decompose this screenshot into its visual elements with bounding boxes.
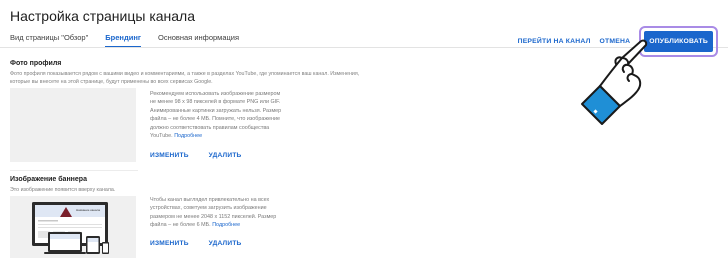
tab-bar: Вид страницы "Обзор" Брендинг Основная и… [10, 31, 256, 48]
info-line: Рекомендуем использовать изображение раз… [150, 91, 281, 97]
page-title: Настройка страницы канала [10, 8, 196, 24]
profile-photo-desc-line: которые вы внесете на этой странице, буд… [10, 79, 213, 85]
profile-photo-title: Фото профиля [10, 60, 62, 67]
info-line-text: YouTube. [150, 133, 173, 140]
info-line: файла – не более 4 МБ. Помните, что изоб… [150, 116, 280, 123]
tablet-banner [87, 238, 99, 242]
info-line: не менее 98 x 98 пикселей в формате PNG … [150, 99, 281, 106]
profile-photo-preview [10, 88, 136, 162]
info-line: YouTube. Подробнее [150, 132, 300, 140]
laptop-base [44, 252, 86, 254]
tab-overview[interactable]: Вид страницы "Обзор" [10, 31, 88, 48]
banner-description: Это изображение появится вверху канала. [10, 187, 116, 193]
devices-illustration: Название канала [32, 202, 109, 254]
info-line: устройствах, советуем загрузить изображе… [150, 205, 267, 212]
section-divider [10, 170, 138, 171]
banner-title: Изображение баннера [10, 176, 87, 183]
info-line: должно соответствовать правилам сообщест… [150, 124, 270, 131]
info-line-text: файла – не более 6 МБ. [150, 222, 211, 229]
delete-banner-button[interactable]: УДАЛИТЬ [209, 240, 242, 247]
delete-profile-photo-button[interactable]: УДАЛИТЬ [209, 152, 242, 159]
tv-line [38, 224, 102, 225]
tab-branding[interactable]: Брендинг [105, 31, 141, 48]
info-line: файла – не более 6 МБ. Подробнее [150, 221, 310, 229]
change-profile-photo-button[interactable]: ИЗМЕНИТЬ [150, 152, 189, 159]
profile-photo-description: Фото профиля показывается рядом с вашими… [10, 70, 430, 86]
info-line: Анимированные картинки загружать нельзя.… [150, 107, 282, 114]
tv-line [38, 227, 102, 228]
tv-line [38, 220, 58, 222]
banner-preview-label: Название канала [76, 208, 100, 212]
phone-screen [103, 243, 108, 253]
profile-photo-desc-line: Фото профиля показывается рядом с вашими… [10, 71, 360, 77]
tab-basic-info[interactable]: Основная информация [158, 31, 239, 48]
profile-photo-info: Рекомендуем использовать изображение раз… [150, 90, 300, 140]
laptop-banner [50, 234, 80, 239]
profile-photo-actions: ИЗМЕНИТЬ УДАЛИТЬ [150, 152, 261, 159]
banner-actions: ИЗМЕНИТЬ УДАЛИТЬ [150, 240, 261, 247]
more-link[interactable]: Подробнее [174, 133, 202, 139]
more-link[interactable]: Подробнее [212, 222, 240, 228]
banner-preview: Название канала [10, 196, 136, 258]
change-banner-button[interactable]: ИЗМЕНИТЬ [150, 240, 189, 247]
info-line: размером не менее 2048 x 1152 пикселей. … [150, 213, 277, 220]
info-line: Чтобы канал выглядел привлекательно на в… [150, 197, 270, 203]
banner-info: Чтобы канал выглядел привлекательно на в… [150, 196, 310, 230]
pointing-hand-icon [581, 39, 648, 125]
